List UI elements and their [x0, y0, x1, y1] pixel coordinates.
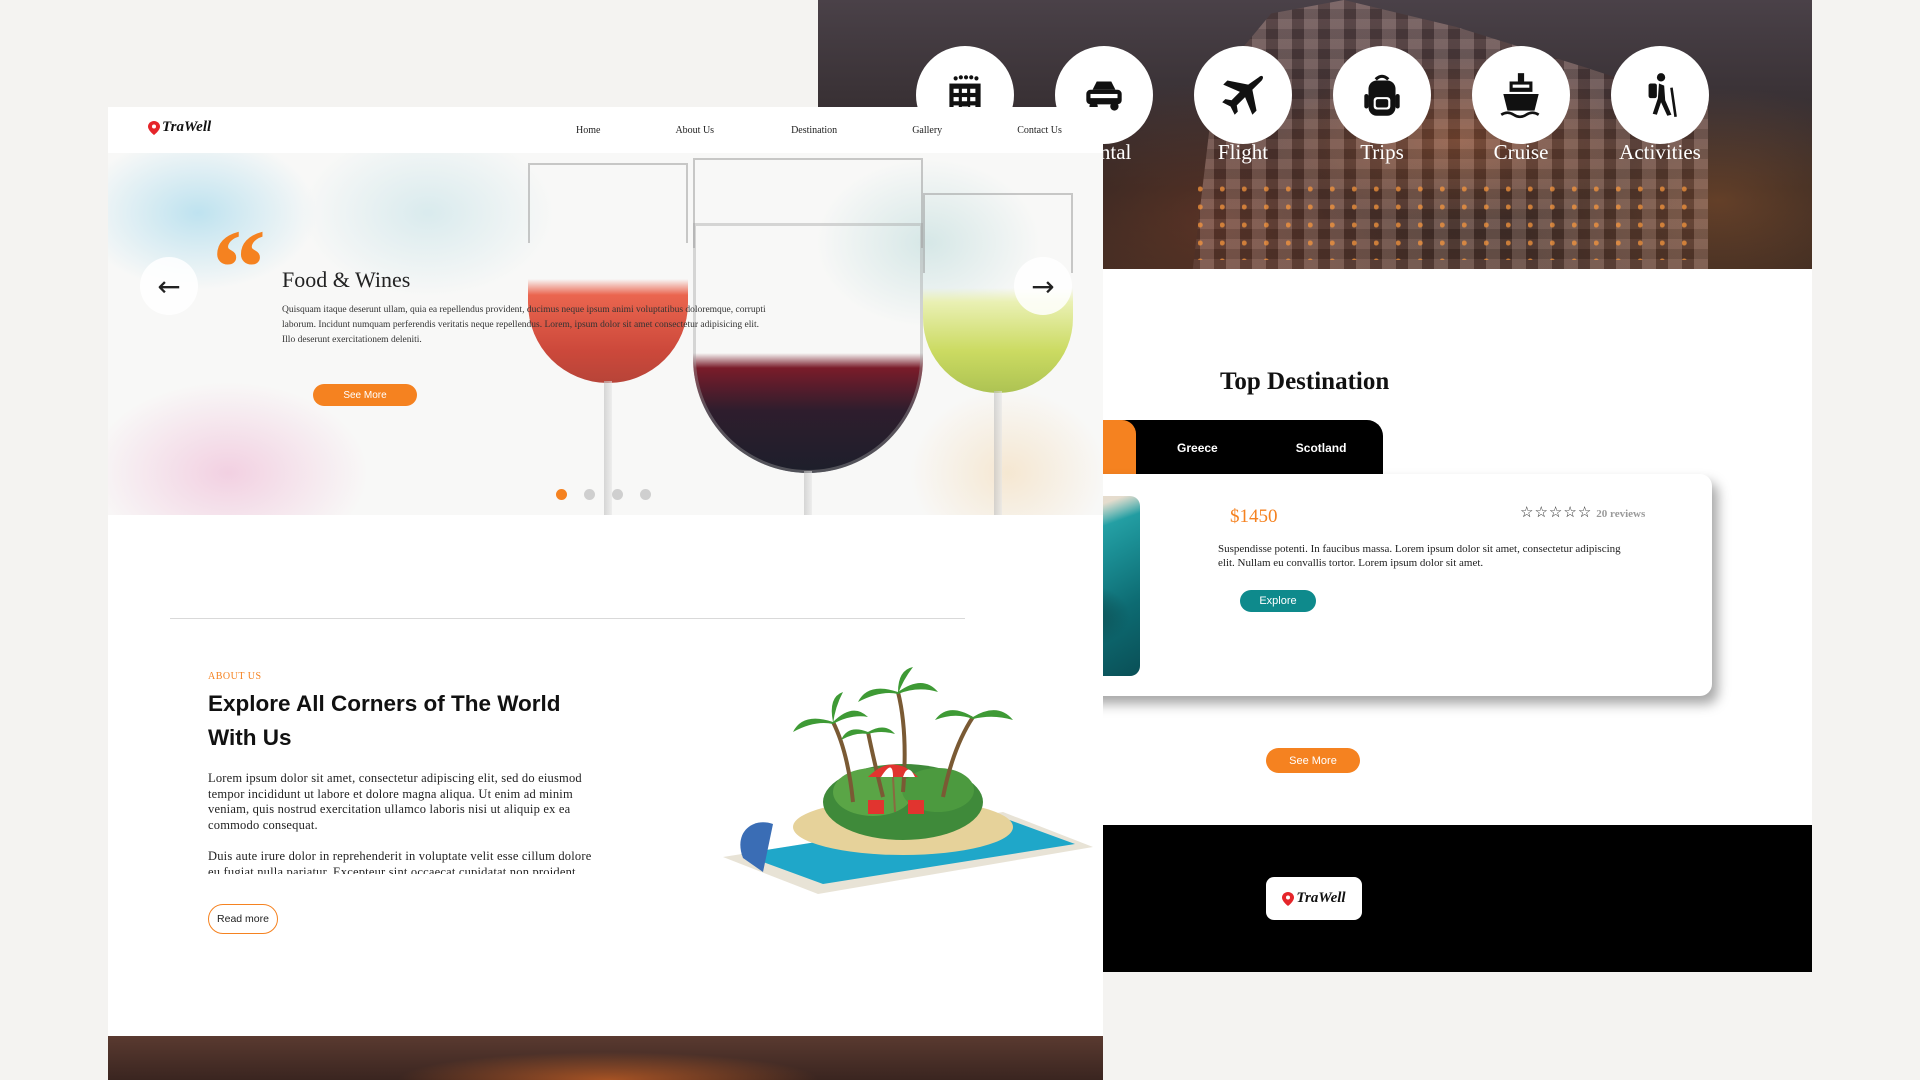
about-text: Lorem ipsum dolor sit amet, consectetur … [208, 771, 606, 874]
backpack-icon [1333, 46, 1431, 144]
category-trips-label: Trips [1360, 140, 1404, 164]
quote-mark: “ [212, 209, 266, 328]
footer-logo[interactable]: TraWell [1266, 877, 1362, 920]
about-kicker: ABOUT US [208, 671, 262, 682]
logo-text: TraWell [162, 119, 212, 135]
hiker-icon [1611, 46, 1709, 144]
star-icon: ☆ [1577, 505, 1592, 521]
nav-links: Home About Us Destination Gallery Contac… [576, 125, 1062, 136]
star-icon: ☆ [1548, 505, 1563, 521]
category-flight-label: Flight [1217, 140, 1269, 164]
sunset-banner-image [108, 1036, 1103, 1080]
explore-button[interactable]: Explore [1240, 590, 1316, 612]
tab-scotland[interactable]: Scotland [1259, 420, 1383, 475]
review-count: 20 reviews [1596, 507, 1646, 520]
tab-greece[interactable]: Greece [1136, 420, 1260, 475]
wine-glass-dark [693, 223, 923, 473]
hero-text: Quisquam itaque deserunt ullam, quia ea … [282, 305, 766, 345]
slider-next-button[interactable]: → [1014, 257, 1072, 315]
category-activities-label: Activities [1619, 140, 1701, 164]
about-paragraph: Duis aute irure dolor in reprehenderit i… [208, 849, 592, 874]
front-page-mockup: TraWell Home About Us Destination Galler… [108, 107, 1103, 1080]
airplane-icon [1194, 46, 1292, 144]
arrow-right-icon: → [1031, 269, 1055, 303]
destination-price: $1450 [1230, 506, 1278, 527]
wine-glass-stem [994, 391, 1002, 515]
slider-dot[interactable] [640, 489, 651, 500]
hero-see-more-button[interactable]: See More [313, 384, 417, 406]
slider-prev-button[interactable]: ← [140, 257, 198, 315]
rating-stars: ☆ ☆ ☆ ☆ ☆ 20 reviews [1520, 506, 1645, 521]
top-destination-title: Top Destination [1220, 368, 1390, 395]
category-activities[interactable]: Activities [1611, 46, 1709, 165]
category-cruise-label: Cruise [1493, 140, 1549, 164]
map-pin-icon [148, 120, 160, 135]
section-divider [170, 618, 965, 619]
star-icon: ☆ [1563, 505, 1577, 521]
destination-card: $1450 ☆ ☆ ☆ ☆ ☆ 20 reviews Suspendisse p… [1008, 474, 1712, 696]
nav-home[interactable]: Home [576, 125, 600, 136]
nav-destination[interactable]: Destination [791, 125, 837, 136]
about-title: Explore All Corners of The World With Us [208, 691, 561, 750]
slider-dot[interactable] [556, 489, 567, 500]
nav-about-us[interactable]: About Us [675, 125, 714, 136]
read-more-button[interactable]: Read more [208, 904, 278, 934]
nav-contact-us[interactable]: Contact Us [1017, 125, 1062, 136]
slider-dot[interactable] [612, 489, 623, 500]
navbar: TraWell Home About Us Destination Galler… [108, 107, 1103, 153]
island-illustration [723, 667, 1093, 894]
slider-dot[interactable] [584, 489, 595, 500]
footer-logo-text: TraWell [1296, 890, 1346, 906]
slider-dots [556, 489, 651, 500]
site-logo[interactable]: TraWell [148, 119, 211, 136]
destination-description: Suspendisse potenti. In faucibus massa. … [1218, 543, 1621, 569]
category-flight[interactable]: Flight [1194, 46, 1292, 165]
category-trips[interactable]: Trips [1333, 46, 1431, 165]
hero-title: Food & Wines [282, 267, 411, 292]
ship-icon [1472, 46, 1570, 144]
hero-slider: “ Food & Wines Quisquam itaque deserunt … [108, 153, 1103, 515]
category-cruise[interactable]: Cruise [1472, 46, 1570, 165]
wine-glass-stem [804, 471, 812, 515]
star-icon: ☆ [1534, 505, 1548, 521]
nav-gallery[interactable]: Gallery [912, 125, 942, 136]
about-paragraph: Lorem ipsum dolor sit amet, consectetur … [208, 771, 582, 832]
town-lights [1198, 180, 1698, 260]
map-pin-icon [1282, 891, 1295, 906]
arrow-left-icon: ← [157, 269, 181, 303]
destinations-see-more-button[interactable]: See More [1266, 748, 1360, 773]
star-icon: ☆ [1520, 505, 1534, 521]
